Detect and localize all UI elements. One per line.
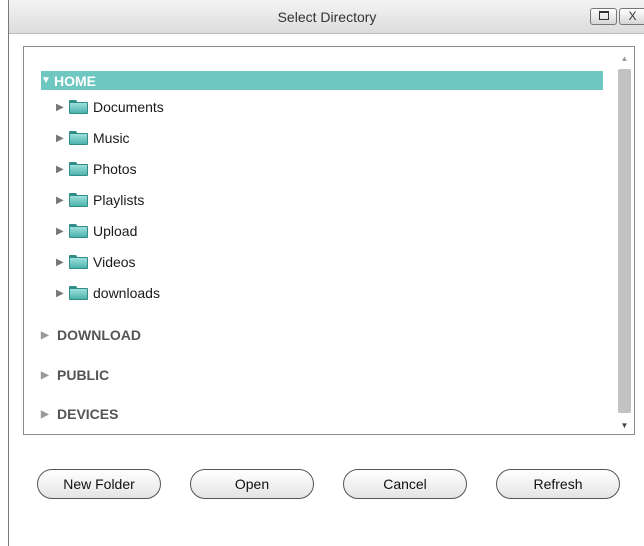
tree-node-label: PUBLIC xyxy=(57,367,110,383)
folder-icon xyxy=(69,193,88,207)
expand-right-icon[interactable]: ▶ xyxy=(56,164,67,175)
open-button[interactable]: Open xyxy=(190,469,314,499)
tree-node-label: Photos xyxy=(93,161,137,177)
folder-icon xyxy=(69,131,88,145)
expand-right-icon[interactable]: ▶ xyxy=(41,409,52,420)
expand-right-icon[interactable]: ▶ xyxy=(56,226,67,237)
window-title: Select Directory xyxy=(277,9,377,25)
maximize-icon xyxy=(598,11,609,21)
tree-node-photos[interactable]: ▶ Photos xyxy=(56,158,137,180)
new-folder-button[interactable]: New Folder xyxy=(37,469,161,499)
tree-node-public[interactable]: ▶ PUBLIC xyxy=(41,364,109,386)
vertical-scrollbar[interactable]: ▲ ▼ xyxy=(615,47,634,434)
tree-node-music[interactable]: ▶ Music xyxy=(56,127,130,149)
expand-down-icon[interactable]: ▼ xyxy=(41,75,52,86)
tree-node-label: DOWNLOAD xyxy=(57,327,141,343)
scrollbar-thumb[interactable] xyxy=(618,69,631,413)
folder-icon xyxy=(69,100,88,114)
tree-node-downloads[interactable]: ▶ downloads xyxy=(56,282,160,304)
refresh-button[interactable]: Refresh xyxy=(496,469,620,499)
expand-right-icon[interactable]: ▶ xyxy=(56,288,67,299)
folder-icon xyxy=(69,162,88,176)
expand-right-icon[interactable]: ▶ xyxy=(56,133,67,144)
tree-node-label: Upload xyxy=(93,223,138,239)
tree-node-playlists[interactable]: ▶ Playlists xyxy=(56,189,144,211)
tree-node-label: DEVICES xyxy=(57,406,119,422)
directory-tree: ▼ HOME ▶ Documents ▶ Music ▶ Photos ▶ Pl… xyxy=(23,46,635,435)
maximize-button[interactable] xyxy=(590,8,617,25)
tree-node-documents[interactable]: ▶ Documents xyxy=(56,96,164,118)
tree-node-download[interactable]: ▶ DOWNLOAD xyxy=(41,324,141,346)
tree-node-devices[interactable]: ▶ DEVICES xyxy=(41,403,118,425)
tree-node-home[interactable]: ▼ HOME xyxy=(41,71,603,90)
scroll-up-icon[interactable]: ▲ xyxy=(615,51,634,67)
folder-icon xyxy=(69,224,88,238)
tree-node-label: Playlists xyxy=(93,192,145,208)
expand-right-icon[interactable]: ▶ xyxy=(56,102,67,113)
tree-node-label: Videos xyxy=(93,254,136,270)
folder-icon xyxy=(69,255,88,269)
select-directory-dialog: Select Directory X ▼ HOME ▶ Documents ▶ … xyxy=(8,0,644,546)
scroll-down-icon[interactable]: ▼ xyxy=(615,418,634,434)
tree-node-label: downloads xyxy=(93,285,160,301)
tree-node-label: Documents xyxy=(93,99,164,115)
expand-right-icon[interactable]: ▶ xyxy=(41,330,52,341)
title-bar[interactable]: Select Directory X xyxy=(9,0,644,34)
folder-icon xyxy=(69,286,88,300)
expand-right-icon[interactable]: ▶ xyxy=(56,195,67,206)
expand-right-icon[interactable]: ▶ xyxy=(56,257,67,268)
expand-right-icon[interactable]: ▶ xyxy=(41,370,52,381)
tree-node-upload[interactable]: ▶ Upload xyxy=(56,220,137,242)
cancel-button[interactable]: Cancel xyxy=(343,469,467,499)
tree-node-label: HOME xyxy=(54,72,96,89)
tree-node-label: Music xyxy=(93,130,130,146)
close-icon: X xyxy=(628,9,637,23)
close-button[interactable]: X xyxy=(619,8,644,25)
tree-node-videos[interactable]: ▶ Videos xyxy=(56,251,136,273)
